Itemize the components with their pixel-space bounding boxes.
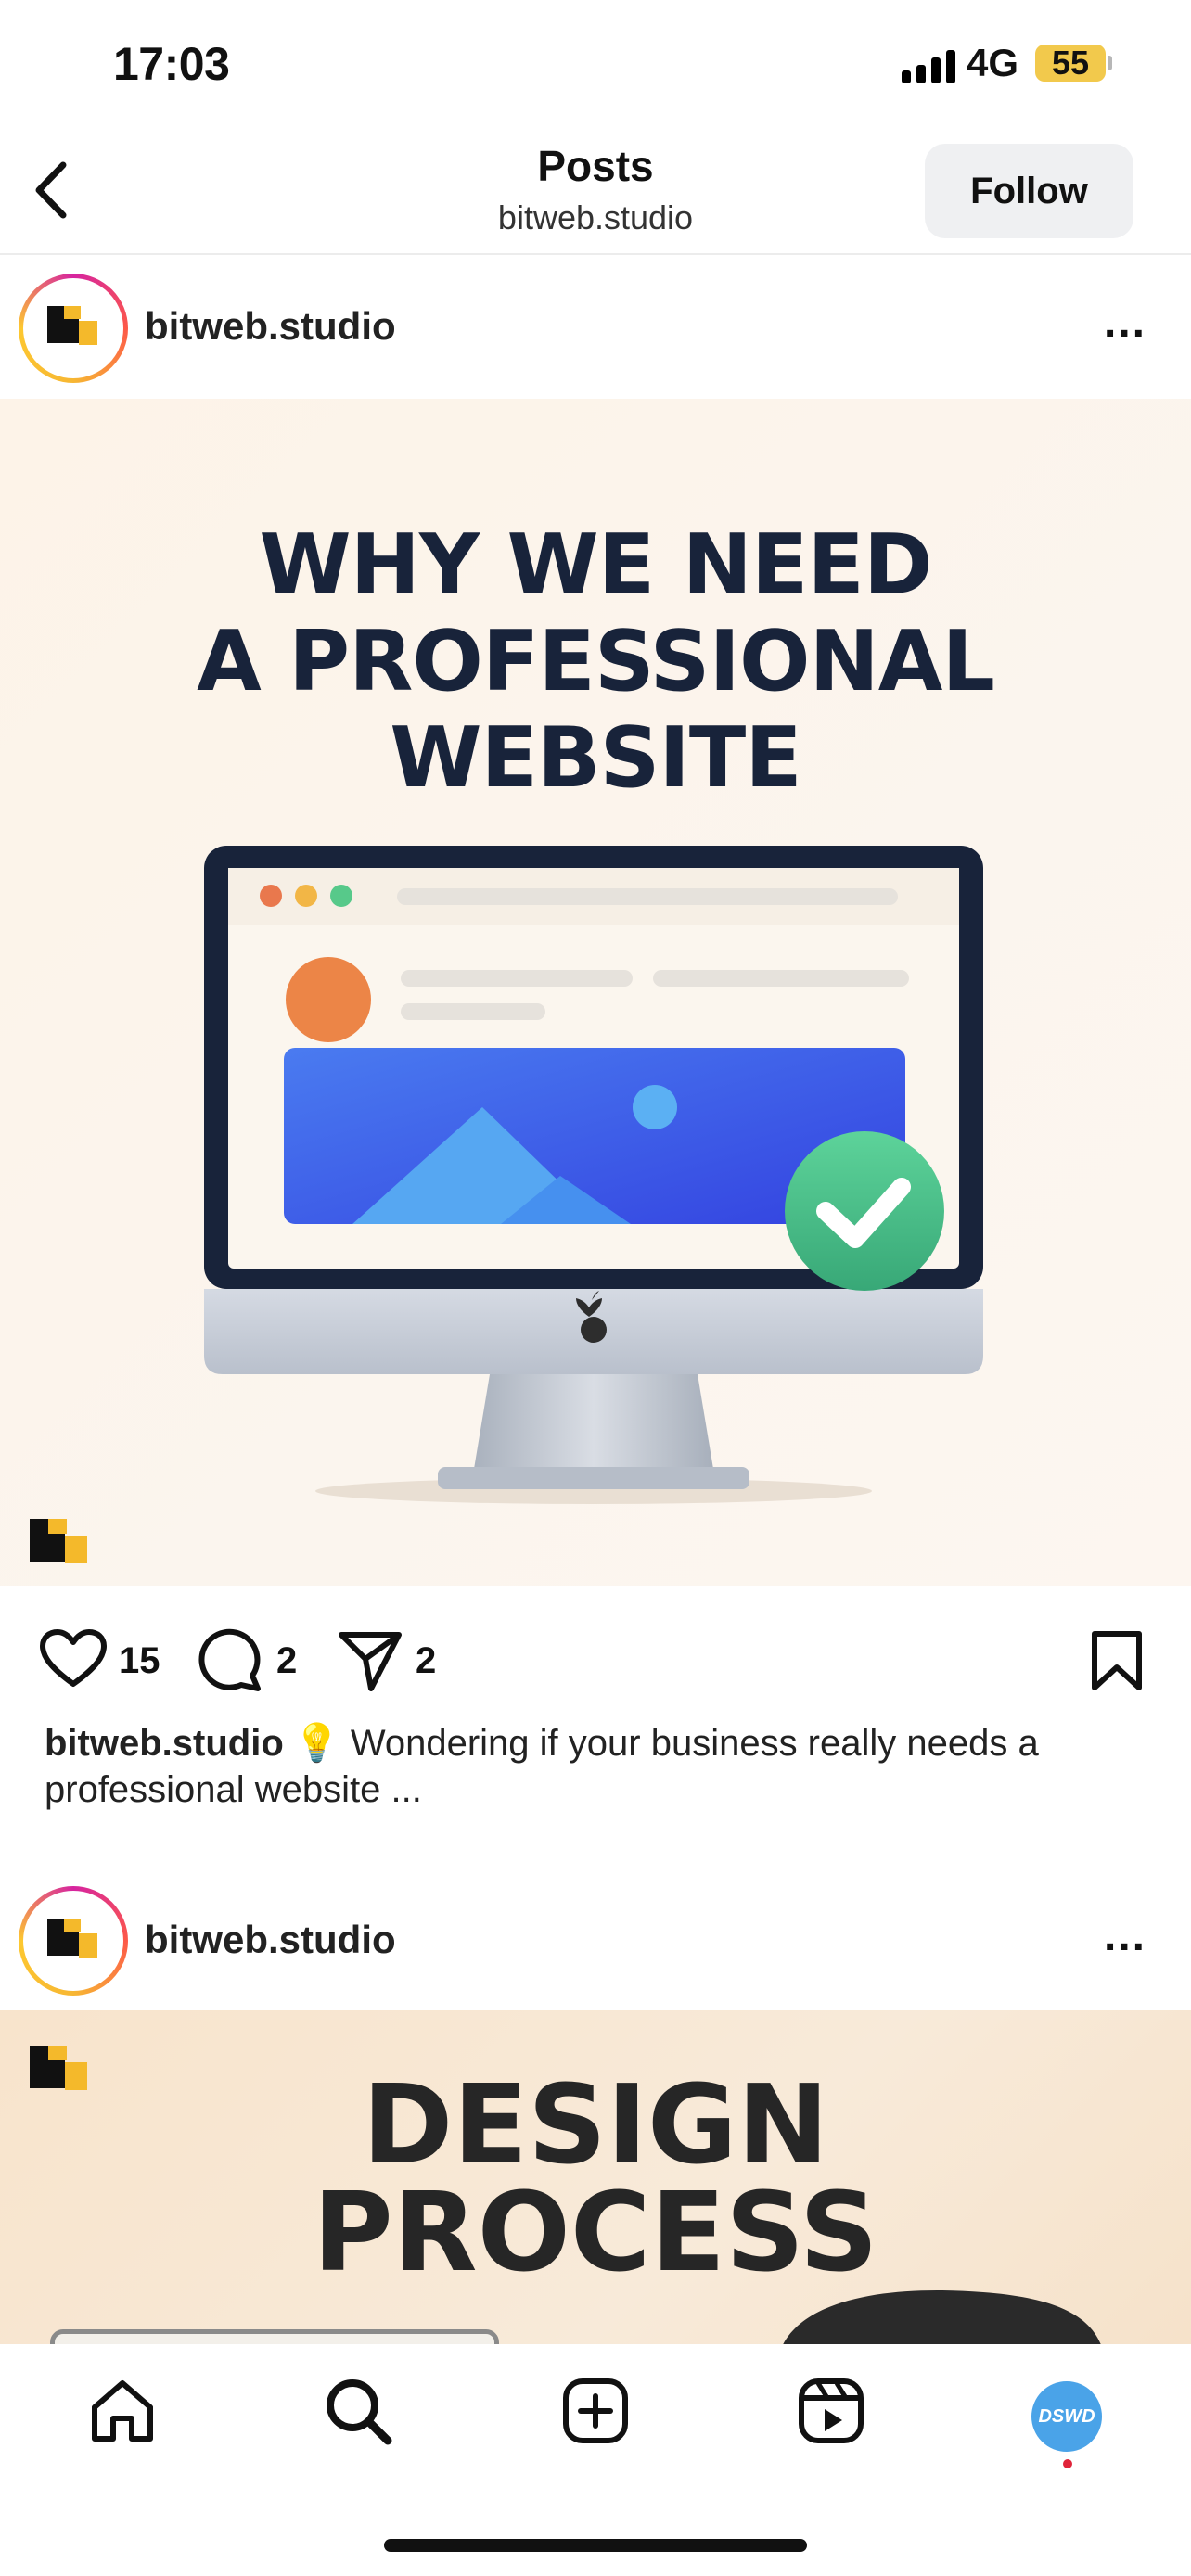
post-image[interactable]: WHY WE NEED A PROFESSIONAL WEBSITE: [0, 399, 1191, 1586]
image-headline-line: WHY WE NEED: [259, 516, 932, 614]
illustration-figure: [783, 2289, 1101, 2344]
comment-count[interactable]: 2: [276, 1640, 297, 1682]
create-icon[interactable]: [558, 2374, 633, 2448]
bookmark-icon[interactable]: [1089, 1628, 1145, 1695]
caption-emoji: 💡: [293, 1723, 340, 1764]
home-indicator: [384, 2539, 807, 2552]
image-headline-line: WEBSITE: [390, 709, 802, 807]
more-options-icon[interactable]: ...: [1104, 297, 1146, 348]
monitor-illustration: [204, 846, 983, 1504]
status-time: 17:03: [113, 38, 230, 90]
brand-watermark: [30, 1519, 87, 1563]
battery-tip: [1108, 56, 1112, 70]
brand-logo: [47, 1919, 97, 1958]
brand-logo: [47, 306, 97, 345]
more-options-icon[interactable]: ...: [1104, 1910, 1146, 1961]
header-divider: [0, 253, 1191, 255]
post-image[interactable]: DESIGN PROCESS: [0, 2010, 1191, 2344]
post-avatar[interactable]: [19, 274, 128, 383]
search-icon[interactable]: [321, 2374, 395, 2448]
post-username[interactable]: bitweb.studio: [145, 304, 396, 349]
illustration-card: [50, 2329, 499, 2344]
profile-avatar[interactable]: DSWD: [1031, 2381, 1102, 2452]
like-count[interactable]: 15: [119, 1640, 160, 1682]
image-headline-line: DESIGN: [362, 2060, 829, 2188]
caption-username[interactable]: bitweb.studio: [45, 1723, 284, 1764]
image-headline-line: A PROFESSIONAL: [197, 613, 995, 710]
network-type: 4G: [967, 41, 1019, 84]
share-count[interactable]: 2: [416, 1640, 436, 1682]
post-username[interactable]: bitweb.studio: [145, 1918, 396, 1962]
follow-button[interactable]: Follow: [925, 144, 1133, 238]
image-headline-line: PROCESS: [313, 2168, 878, 2296]
battery-icon: 55: [1035, 45, 1106, 82]
reels-icon[interactable]: [794, 2374, 868, 2448]
post-caption[interactable]: bitweb.studio 💡 Wondering if your busine…: [45, 1720, 1148, 1813]
post-avatar[interactable]: [19, 1886, 128, 1996]
signal-icon: [902, 50, 957, 83]
home-icon[interactable]: [85, 2374, 160, 2448]
comment-icon[interactable]: [197, 1627, 263, 1694]
like-icon[interactable]: [39, 1628, 108, 1690]
notification-dot: [1063, 2459, 1072, 2468]
share-icon[interactable]: [336, 1627, 404, 1694]
